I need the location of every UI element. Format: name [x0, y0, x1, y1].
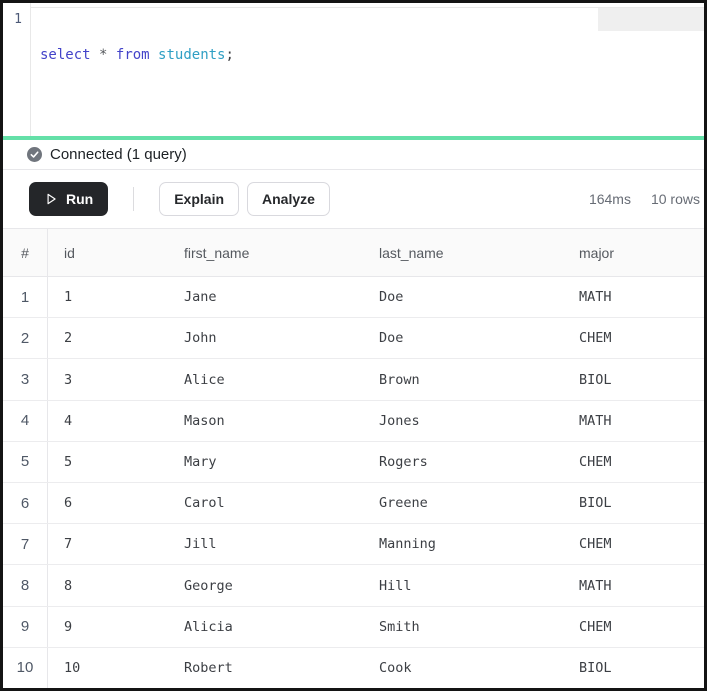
table-row: 9 9 Alicia Smith CHEM: [3, 606, 704, 648]
row-number-cell: 10: [3, 647, 48, 688]
column-header-first_name: first_name: [184, 244, 250, 261]
query-duration: 164ms: [588, 191, 631, 207]
table-cell: MATH: [579, 289, 612, 306]
check-circle-icon: [27, 147, 42, 162]
results-table-body: 1 1 Jane Doe MATH 2 2 John Doe CHEM 3 3 Alice Brown BI…: [3, 277, 704, 688]
table-cell: Jane: [184, 289, 217, 306]
table-cell: Robert: [184, 659, 233, 676]
header-row: # id first_name last_name major: [3, 229, 704, 276]
table-cell: Jones: [379, 412, 420, 429]
table-cell: BIOL: [579, 371, 612, 388]
column-header-major: major: [579, 244, 615, 261]
table-cell: Manning: [379, 536, 436, 553]
row-number-cell: 5: [3, 441, 48, 483]
table-cell: 10: [64, 659, 81, 676]
table-cell: Brown: [379, 371, 420, 388]
table-cell: CHEM: [579, 536, 612, 553]
table-cell: Carol: [184, 495, 225, 512]
table-cell: Alicia: [184, 618, 233, 635]
table-cell: Alice: [184, 371, 225, 388]
line-number: 1: [14, 12, 22, 27]
table-cell: CHEM: [579, 453, 612, 470]
toolbar-divider: [133, 187, 135, 211]
table-cell: George: [184, 577, 233, 594]
table-row: 7 7 Jill Manning CHEM: [3, 524, 704, 566]
table-cell: MATH: [579, 412, 612, 429]
editor-gutter: 1: [3, 3, 31, 136]
table-cell: CHEM: [579, 330, 612, 347]
table-cell: Smith: [379, 618, 420, 635]
table-cell: Doe: [379, 330, 404, 347]
table-cell: MATH: [579, 577, 612, 594]
table-row: 2 2 John Doe CHEM: [3, 318, 704, 360]
table-cell: 4: [64, 412, 73, 429]
table-row: 4 4 Mason Jones MATH: [3, 400, 704, 442]
table-cell: Doe: [379, 289, 404, 306]
code-token: ;: [225, 47, 234, 63]
table-cell: Jill: [184, 536, 217, 553]
code-token: students: [158, 47, 226, 63]
table-cell: 7: [64, 536, 73, 553]
row-number-cell: 1: [3, 277, 48, 318]
table-cell: 8: [64, 577, 73, 594]
results-table-header: # id first_name last_name major: [3, 229, 704, 277]
run-button-label: Run: [66, 191, 94, 207]
table-cell: 6: [64, 495, 73, 512]
query-row-count: 10 rows: [650, 191, 700, 207]
code-token: from: [115, 47, 150, 63]
table-cell: Cook: [379, 659, 412, 676]
editor-top-right-panel: [598, 8, 704, 31]
table-cell: Greene: [379, 495, 428, 512]
table-cell: Hill: [379, 577, 412, 594]
table-cell: Mason: [184, 412, 225, 429]
sql-editor: 1 select * from students;: [3, 3, 704, 136]
code-token: select: [40, 47, 91, 63]
table-row: 1 1 Jane Doe MATH: [3, 277, 704, 319]
table-row: 10 10 Robert Cook BIOL: [3, 647, 704, 688]
table-cell: 1: [64, 289, 73, 306]
row-number-cell: 6: [3, 483, 48, 524]
table-row: 8 8 George Hill MATH: [3, 565, 704, 607]
row-number-cell: 7: [3, 524, 48, 565]
play-icon: [44, 192, 58, 206]
table-cell: Rogers: [379, 453, 428, 470]
table-cell: Mary: [184, 453, 217, 470]
table-cell: 3: [64, 371, 73, 388]
row-number-cell: 2: [3, 318, 48, 359]
table-cell: 9: [64, 618, 73, 635]
row-number-cell: 3: [3, 359, 48, 400]
table-cell: CHEM: [579, 618, 612, 635]
table-cell: 2: [64, 330, 73, 347]
column-header-id: id: [64, 244, 75, 261]
sql-playground-window: 1 select * from students; Connected (1 q…: [0, 0, 707, 691]
row-number-cell: 9: [3, 606, 48, 647]
explain-button[interactable]: Explain: [159, 182, 240, 216]
column-header-row-number: #: [3, 229, 48, 276]
table-cell: John: [184, 330, 217, 347]
table-row: 3 3 Alice Brown BIOL: [3, 359, 704, 401]
run-button[interactable]: Run: [29, 182, 109, 216]
results-table: # id first_name last_name major 1 1 Jane Doe MAT…: [3, 229, 704, 688]
table-cell: 5: [64, 453, 73, 470]
code-line: select * from students;: [40, 47, 704, 64]
row-number-cell: 4: [3, 400, 48, 441]
connection-status-bar: Connected (1 query): [3, 140, 704, 170]
connection-status-label: Connected (1 query): [50, 146, 187, 163]
query-toolbar: Run Explain Analyze 164ms 10 rows: [3, 170, 704, 229]
row-number-cell: 8: [3, 565, 48, 606]
table-row: 6 6 Carol Greene BIOL: [3, 483, 704, 525]
table-cell: BIOL: [579, 495, 612, 512]
table-cell: BIOL: [579, 659, 612, 676]
analyze-button[interactable]: Analyze: [247, 182, 330, 216]
column-header-last_name: last_name: [379, 244, 444, 261]
table-row: 5 5 Mary Rogers CHEM: [3, 441, 704, 484]
